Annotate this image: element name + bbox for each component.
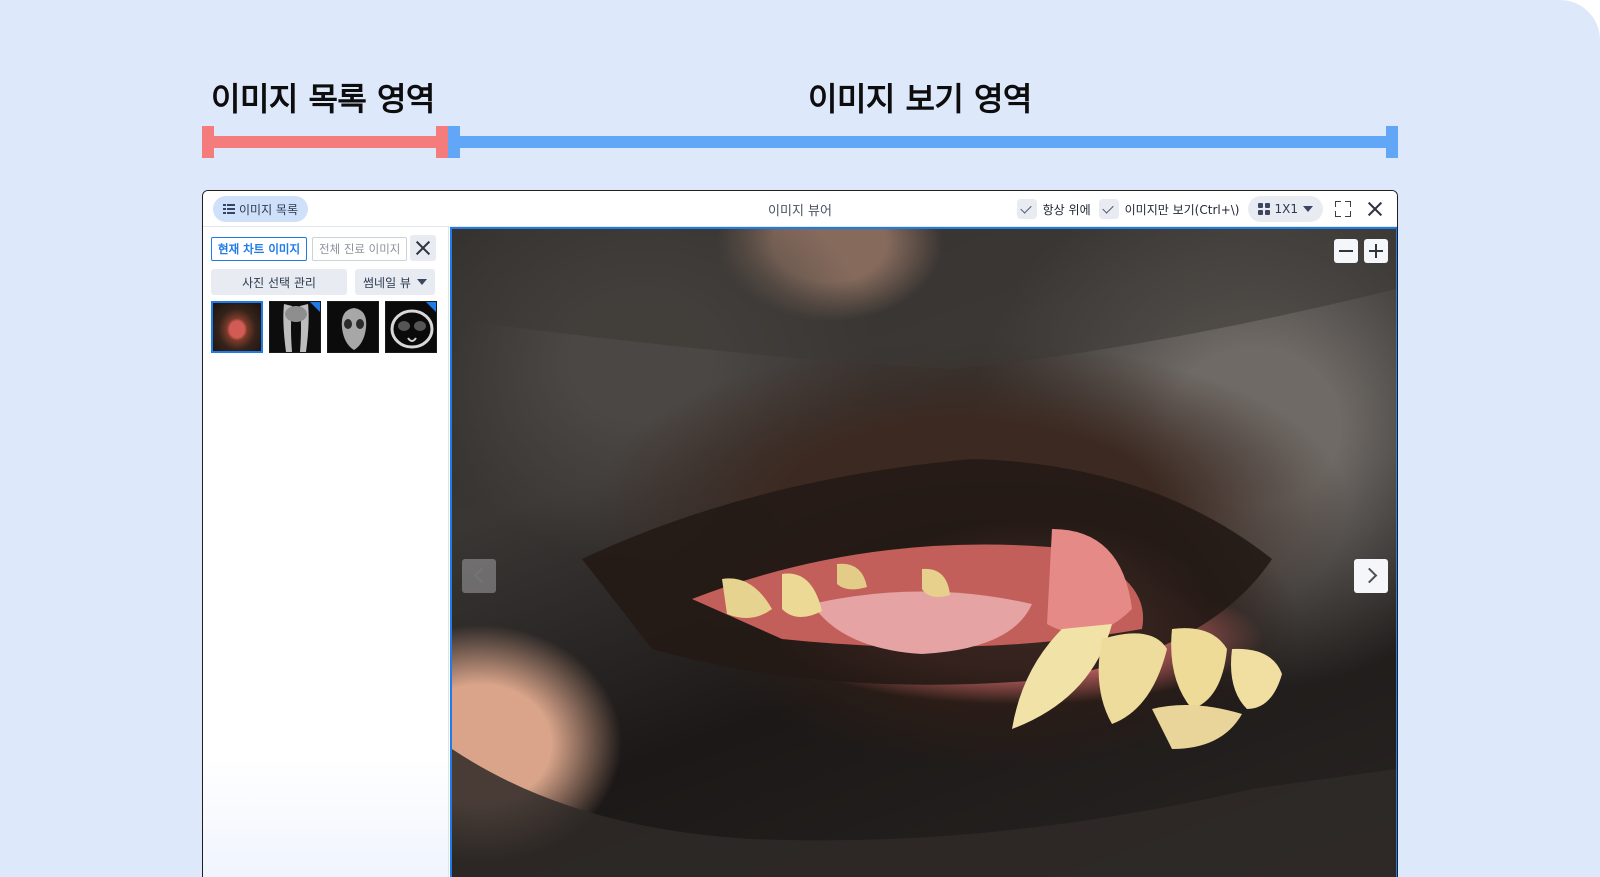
list-area-bracket-end: [436, 126, 448, 158]
title-bar-controls: 항상 위에 이미지만 보기(Ctrl+\) 1X1: [1016, 196, 1387, 222]
chevron-left-icon[interactable]: [462, 559, 496, 593]
list-area-bracket-start: [202, 126, 214, 158]
selected-flag-icon: [426, 302, 436, 312]
fullscreen-icon[interactable]: [1331, 197, 1355, 221]
zoom-in-icon[interactable]: [1364, 239, 1388, 263]
skull-xray-image: [328, 302, 378, 352]
always-on-top-label: 항상 위에: [1042, 202, 1091, 217]
thumbnail-dental-photo[interactable]: [211, 301, 263, 353]
caret-down-icon: [1303, 206, 1313, 212]
always-on-top-checkbox[interactable]: 항상 위에: [1016, 199, 1091, 219]
zoom-out-icon[interactable]: [1334, 239, 1358, 263]
layout-select[interactable]: 1X1: [1247, 196, 1323, 222]
image-only-label: 이미지만 보기(Ctrl+\): [1124, 202, 1240, 217]
thumbnail-skull-xray[interactable]: [327, 301, 379, 353]
close-icon[interactable]: [410, 235, 436, 261]
chevron-right-icon[interactable]: [1354, 559, 1388, 593]
list-area-annotation: 이미지 목록 영역: [211, 80, 435, 118]
dental-photo-image: [452, 229, 1396, 877]
thumbnail-list: [211, 301, 437, 353]
image-only-checkbox[interactable]: 이미지만 보기(Ctrl+\): [1098, 199, 1240, 219]
title-bar: 이미지 목록 이미지 뷰어 항상 위에 이미지만 보기(Ctrl+\) 1X1: [203, 191, 1397, 227]
selected-flag-icon: [310, 302, 320, 312]
view-mode-select[interactable]: 썸네일 뷰: [355, 269, 435, 295]
layout-value: 1X1: [1274, 202, 1299, 216]
view-area-annotation: 이미지 보기 영역: [808, 80, 1032, 118]
annotation-canvas: 이미지 목록 영역 이미지 보기 영역 이미지 목록 이미지 뷰어 항상 위에 …: [0, 0, 1600, 877]
canvas-corner: [1560, 0, 1600, 40]
caret-down-icon: [417, 279, 427, 285]
tab-all-visit-images[interactable]: 전체 진료 이미지: [312, 237, 408, 261]
grid-icon: [1257, 203, 1270, 215]
check-icon: [1016, 199, 1037, 219]
view-area-bracket: [448, 136, 1398, 148]
check-icon: [1098, 199, 1119, 219]
view-area-bracket-start: [448, 126, 460, 158]
image-list-panel: 현재 차트 이미지 전체 진료 이미지 사진 선택 관리 썸네일 뷰: [203, 227, 449, 877]
image-viewer-window: 이미지 목록 이미지 뷰어 항상 위에 이미지만 보기(Ctrl+\) 1X1: [202, 190, 1398, 877]
image-view-area[interactable]: [450, 227, 1397, 877]
tab-current-chart-images[interactable]: 현재 차트 이미지: [211, 237, 308, 261]
list-area-bracket: [202, 136, 448, 148]
close-icon[interactable]: [1363, 197, 1387, 221]
view-area-bracket-end: [1386, 126, 1398, 158]
view-mode-value: 썸네일 뷰: [363, 275, 411, 290]
thumbnail-pelvis-xray[interactable]: [269, 301, 321, 353]
photo-select-manage-button[interactable]: 사진 선택 관리: [211, 269, 347, 295]
thumbnail-skull-ct[interactable]: [385, 301, 437, 353]
